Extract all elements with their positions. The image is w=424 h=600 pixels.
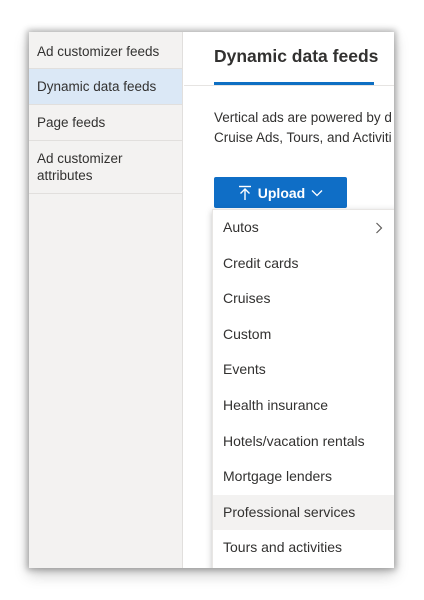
menu-item-custom[interactable]: Custom [213,317,394,353]
upload-arrow-icon [238,185,252,201]
menu-item-autos[interactable]: Autos [213,210,394,246]
menu-item-credit-cards[interactable]: Credit cards [213,246,394,282]
tab-dynamic-data-feeds[interactable]: Dynamic data feeds [214,46,378,67]
description-line-1: Vertical ads are powered by d [214,110,392,125]
menu-item-label: Autos [223,219,259,235]
menu-item-hotels-vacation-rentals[interactable]: Hotels/vacation rentals [213,424,394,460]
sidebar-item-dynamic-data-feeds[interactable]: Dynamic data feeds [29,69,182,105]
upload-dropdown-menu: Autos Credit cards Cruises Custom Events… [212,209,394,568]
tab-divider [184,85,394,86]
menu-item-professional-services[interactable]: Professional services [213,494,394,531]
sidebar: Ad customizer feeds Dynamic data feeds P… [29,32,183,568]
upload-button-label: Upload [257,184,306,201]
menu-item-cruises[interactable]: Cruises [213,281,394,317]
description-line-2: Cruise Ads, Tours, and Activiti [214,130,392,145]
sidebar-item-ad-customizer-feeds[interactable]: Ad customizer feeds [29,32,182,69]
menu-item-events[interactable]: Events [213,352,394,388]
menu-item-mortgage-lenders[interactable]: Mortgage lenders [213,459,394,495]
chevron-right-icon [375,210,383,246]
menu-item-tours-and-activities[interactable]: Tours and activities [213,530,394,566]
app-window: Ad customizer feeds Dynamic data feeds P… [29,32,394,568]
chevron-down-icon [311,189,323,197]
sidebar-item-page-feeds[interactable]: Page feeds [29,105,182,141]
description-text: Vertical ads are powered by d Cruise Ads… [214,108,392,148]
main-content: Dynamic data feeds Vertical ads are powe… [184,32,394,568]
menu-item-health-insurance[interactable]: Health insurance [213,388,394,424]
sidebar-item-ad-customizer-attributes[interactable]: Ad customizer attributes [29,141,182,194]
upload-button[interactable]: Upload [214,177,347,208]
